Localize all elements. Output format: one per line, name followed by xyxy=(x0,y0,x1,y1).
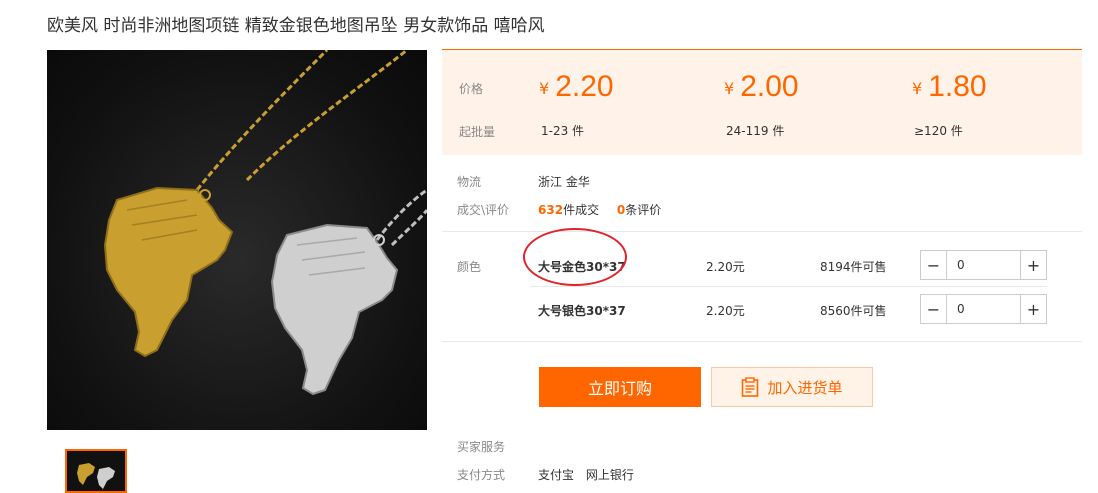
quantity-stepper-silver: − + xyxy=(920,294,1047,324)
moq-range-3: ≥120 件 xyxy=(914,124,963,138)
price-value: 2.20 xyxy=(555,70,614,103)
payment-methods: 支付宝 网上银行 xyxy=(538,466,634,483)
quantity-input[interactable] xyxy=(947,295,1020,323)
buy-now-label: 立即订购 xyxy=(587,379,652,398)
deals-suffix: 件成交 xyxy=(563,203,600,217)
increase-button[interactable]: + xyxy=(1020,295,1046,323)
quantity-input[interactable] xyxy=(947,251,1020,279)
sku-color-label: 颜色 xyxy=(457,260,482,274)
necklace-pendants-image xyxy=(103,50,427,396)
quantity-stepper-gold: − + xyxy=(920,250,1047,280)
decrease-button[interactable]: − xyxy=(921,295,947,323)
increase-button[interactable]: + xyxy=(1020,251,1046,279)
payment-online-banking: 网上银行 xyxy=(585,468,634,482)
price-tier-3: ¥1.80 xyxy=(912,70,987,104)
thumbnail-image xyxy=(77,463,115,489)
sales-value: 632件成交 0条评价 xyxy=(538,201,661,218)
buy-now-button[interactable]: 立即订购 xyxy=(539,367,701,407)
sku-divider xyxy=(530,286,1047,287)
deals-count[interactable]: 632 xyxy=(538,203,563,217)
divider xyxy=(442,231,1082,232)
product-main-image xyxy=(47,50,427,430)
payment-label: 支付方式 xyxy=(457,468,506,482)
sku-stock-gold: 8194件可售 xyxy=(820,260,887,274)
buyer-service-label: 买家服务 xyxy=(457,440,506,454)
clipboard-icon xyxy=(742,377,759,397)
currency-symbol: ¥ xyxy=(724,79,735,98)
reviews-count[interactable]: 0 xyxy=(617,203,625,217)
price-value: 2.00 xyxy=(740,70,799,103)
product-title: 欧美风 时尚非洲地图项链 精致金银色地图吊坠 男女款饰品 嘻哈风 xyxy=(47,16,545,36)
price-value: 1.80 xyxy=(928,70,987,103)
price-tier-2: ¥2.00 xyxy=(724,70,799,104)
currency-symbol: ¥ xyxy=(539,79,550,98)
price-label: 价格 xyxy=(459,82,484,96)
moq-range-2: 24-119 件 xyxy=(726,124,785,138)
payment-alipay: 支付宝 xyxy=(538,468,575,482)
decrease-button[interactable]: − xyxy=(921,251,947,279)
logistics-label: 物流 xyxy=(457,175,482,189)
annotation-circle xyxy=(523,228,627,286)
reviews-suffix: 条评价 xyxy=(625,203,662,217)
add-to-cart-label: 加入进货单 xyxy=(767,378,843,397)
sku-name-silver: 大号银色30*37 xyxy=(538,304,626,318)
sku-stock-silver: 8560件可售 xyxy=(820,304,887,318)
logistics-value: 浙江 金华 xyxy=(538,175,590,189)
currency-symbol: ¥ xyxy=(912,79,923,98)
price-panel: 价格 起批量 ¥2.20 ¥2.00 ¥1.80 1-23 件 24-119 件… xyxy=(442,49,1082,155)
moq-range-1: 1-23 件 xyxy=(541,124,585,138)
sales-label: 成交\评价 xyxy=(457,203,510,217)
moq-label: 起批量 xyxy=(459,125,496,139)
sku-price-gold: 2.20元 xyxy=(706,260,745,274)
sku-price-silver: 2.20元 xyxy=(706,304,745,318)
add-to-cart-button[interactable]: 加入进货单 xyxy=(711,367,873,407)
product-thumbnail[interactable] xyxy=(65,449,127,493)
divider xyxy=(442,341,1082,342)
price-tier-1: ¥2.20 xyxy=(539,70,614,104)
